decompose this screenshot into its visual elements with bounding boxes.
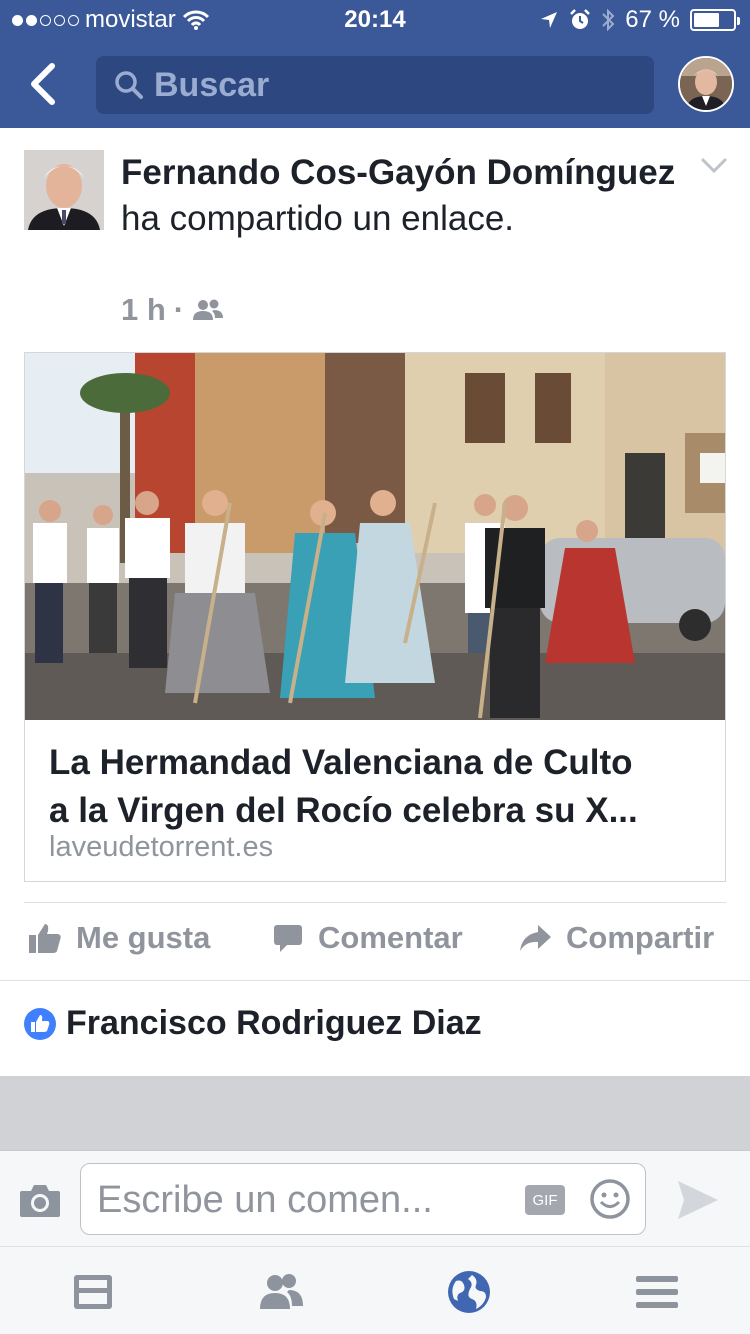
link-title-line: La Hermandad Valenciana de Culto <box>49 743 633 782</box>
location-arrow-icon <box>541 12 558 28</box>
comment-bubble-icon <box>274 925 302 952</box>
post-meta: 1 h · <box>121 292 224 328</box>
divider <box>0 980 750 981</box>
like-label: Me gusta <box>76 920 211 955</box>
author-avatar[interactable] <box>24 150 104 230</box>
battery-percent: 67 % <box>625 6 680 33</box>
search-bar[interactable] <box>96 56 654 114</box>
post-headline: Fernando Cos-Gayón Domínguez ha comparti… <box>121 150 681 242</box>
battery-fill <box>694 13 720 27</box>
search-input[interactable] <box>154 65 634 105</box>
nav-row <box>0 52 750 116</box>
send-icon[interactable] <box>674 1177 722 1223</box>
comment-button[interactable]: Comentar <box>272 920 463 956</box>
link-preview-card[interactable]: La Hermandad Valenciana de Culto a la Vi… <box>24 352 726 882</box>
post-action-text: ha compartido un enlace. <box>121 199 515 238</box>
author-photo <box>24 150 104 230</box>
share-button[interactable]: Compartir <box>518 920 714 956</box>
post-actions: Me gusta Comentar Compartir <box>0 910 750 976</box>
emoji-icon[interactable] <box>589 1178 631 1220</box>
battery-icon <box>690 9 740 31</box>
link-title: La Hermandad Valenciana de Culto a la Vi… <box>49 739 709 835</box>
bluetooth-icon <box>602 8 615 32</box>
comment-label: Comentar <box>318 920 463 955</box>
status-bar: movistar 20:14 67 % <box>0 0 750 40</box>
divider <box>24 902 726 903</box>
friends-icon[interactable] <box>258 1269 304 1315</box>
like-button[interactable]: Me gusta <box>28 920 210 956</box>
meta-separator: · <box>173 292 185 327</box>
camera-icon[interactable] <box>18 1181 62 1219</box>
alarm-icon <box>570 9 591 29</box>
comment-field[interactable]: GIF <box>80 1163 646 1235</box>
tab-bar <box>0 1246 750 1334</box>
top-bar: movistar 20:14 67 % <box>0 0 750 128</box>
liker-name: Francisco Rodriguez Diaz <box>66 1004 482 1042</box>
profile-avatar[interactable] <box>678 56 734 112</box>
news-feed-icon[interactable] <box>70 1269 116 1315</box>
gif-button[interactable]: GIF <box>525 1185 565 1215</box>
post-time[interactable]: 1 h <box>121 292 166 328</box>
feed-separator <box>0 1076 750 1150</box>
share-arrow-icon <box>520 925 551 951</box>
thumbs-up-icon <box>29 924 61 953</box>
chevron-down-icon[interactable] <box>700 156 728 176</box>
link-domain: laveudetorrent.es <box>49 831 274 863</box>
profile-photo <box>680 58 732 110</box>
link-preview-image <box>25 353 725 720</box>
like-reaction-icon <box>24 1007 56 1040</box>
status-right: 67 % <box>539 6 740 34</box>
comment-composer: GIF <box>0 1150 750 1246</box>
friends-icon <box>193 299 224 320</box>
menu-icon[interactable] <box>634 1269 680 1315</box>
likes-summary[interactable]: Francisco Rodriguez Diaz <box>24 1004 482 1043</box>
search-icon <box>115 71 143 99</box>
author-name[interactable]: Fernando Cos-Gayón Domínguez <box>121 153 675 192</box>
link-title-line: a la Virgen del Rocío celebra su X... <box>49 791 638 830</box>
globe-notifications-icon[interactable] <box>446 1269 492 1315</box>
comment-input[interactable] <box>97 1172 517 1228</box>
share-label: Compartir <box>566 920 715 955</box>
back-arrow-icon[interactable] <box>22 58 66 110</box>
